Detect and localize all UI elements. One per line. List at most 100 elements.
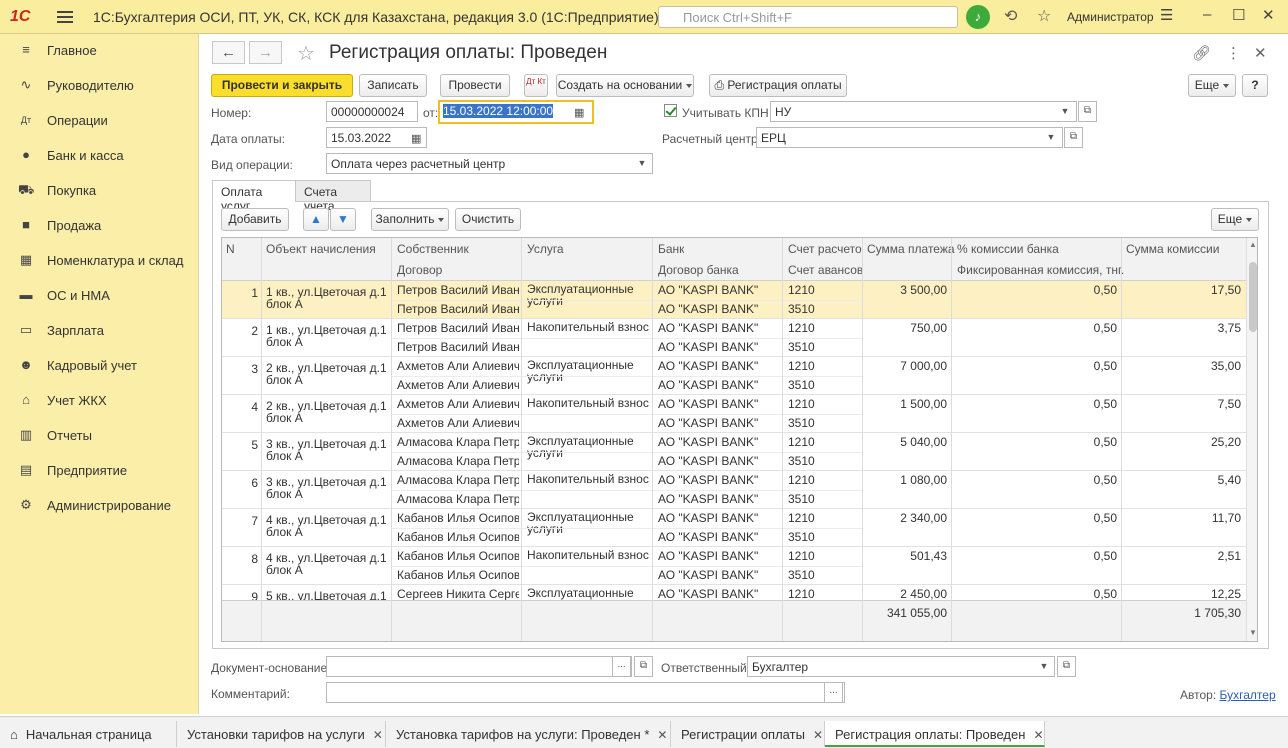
close-window-icon[interactable]: ✕ <box>1262 6 1275 24</box>
sidebar-item-main[interactable]: ≡ Главное <box>0 35 199 65</box>
column-header-commission-pct[interactable]: % комиссии банка <box>957 242 1059 256</box>
payments-table[interactable]: N Объект начисления Собственник Договор … <box>221 237 1258 642</box>
fill-button[interactable]: Заполнить <box>371 208 449 231</box>
sidebar-item-hr[interactable]: ☻ Кадровый учет <box>0 350 199 380</box>
sidebar-item-purchase[interactable]: ⛟ Покупка <box>0 175 199 205</box>
responsible-select[interactable]: Бухгалтер <box>747 656 1055 677</box>
column-header-sum[interactable]: Сумма платежа <box>867 242 955 256</box>
calendar-icon[interactable]: ▦ <box>411 132 421 145</box>
sidebar-item-housing[interactable]: ⌂ Учет ЖКХ <box>0 385 199 415</box>
open-icon[interactable]: ⧉ <box>1064 127 1083 148</box>
close-icon[interactable]: ✕ <box>373 728 383 742</box>
favorites-star-icon[interactable]: ☆ <box>1037 6 1051 26</box>
author-link[interactable]: Бухгалтер <box>1220 688 1276 702</box>
favorite-star-icon[interactable]: ☆ <box>297 41 315 66</box>
post-and-close-button[interactable]: Провести и закрыть <box>211 74 353 97</box>
sidebar-item-nomenclature[interactable]: ▦ Номенклатура и склад <box>0 245 199 275</box>
task-payment-registration-doc[interactable]: Регистрация оплаты: Проведен ✕ <box>825 721 1045 747</box>
task-tariff-settings[interactable]: Установки тарифов на услуги ✕ <box>177 721 386 747</box>
column-header-object[interactable]: Объект начисления <box>266 242 376 256</box>
open-icon[interactable]: ⧉ <box>1078 101 1097 122</box>
table-row[interactable]: 5 3 кв., ул.Цветочая д.1 блок А Алмасова К… <box>222 433 1246 471</box>
save-button[interactable]: Записать <box>359 74 427 97</box>
add-row-button[interactable]: Добавить <box>221 208 289 231</box>
column-header-commission-sum[interactable]: Сумма комиссии <box>1126 242 1219 256</box>
column-header-n[interactable]: N <box>226 242 235 256</box>
settings-menu-icon[interactable]: ☰ <box>1160 6 1173 24</box>
scroll-down-icon[interactable]: ▼ <box>1249 628 1257 637</box>
column-header-fixed-commission[interactable]: Фиксированная комиссия, тнг. <box>957 263 1124 277</box>
more-button[interactable]: Еще <box>1188 74 1236 97</box>
task-payment-registrations[interactable]: Регистрации оплаты ✕ <box>671 721 825 747</box>
sidebar-item-reports[interactable]: ▥ Отчеты <box>0 420 199 450</box>
maximize-icon[interactable]: ☐ <box>1232 6 1245 24</box>
column-header-bank[interactable]: Банк <box>658 242 684 256</box>
sidebar-item-salary[interactable]: ▭ Зарплата <box>0 315 199 345</box>
print-registration-button[interactable]: ⎙ Регистрация оплаты <box>709 74 847 97</box>
column-header-owner[interactable]: Собственник <box>397 242 469 256</box>
history-icon[interactable]: ⟲ <box>1004 6 1017 26</box>
table-row[interactable]: 4 2 кв., ул.Цветочая д.1 блок А Ахметов Ал… <box>222 395 1246 433</box>
clear-button[interactable]: Очистить <box>455 208 521 231</box>
close-icon[interactable]: ✕ <box>657 728 667 742</box>
move-down-button[interactable]: ▼ <box>330 208 356 231</box>
close-form-icon[interactable]: ✕ <box>1254 44 1267 62</box>
back-button[interactable]: ← <box>212 41 245 64</box>
more-vertical-icon[interactable]: ⋮ <box>1226 44 1241 62</box>
close-icon[interactable]: ✕ <box>813 728 823 742</box>
notification-bell-icon[interactable]: ♪ <box>966 5 990 29</box>
number-field[interactable]: 00000000024 <box>326 101 418 122</box>
sidebar-item-sales[interactable]: ■ Продажа <box>0 210 199 240</box>
sidebar-item-enterprise[interactable]: ▤ Предприятие <box>0 455 199 485</box>
scroll-up-icon[interactable]: ▲ <box>1249 240 1257 249</box>
basis-document-field[interactable] <box>326 656 632 677</box>
chevron-down-icon[interactable]: ▼ <box>1035 657 1053 678</box>
task-tariff-setting-doc[interactable]: Установка тарифов на услуги: Проведен * ✕ <box>386 721 671 747</box>
column-header-contract[interactable]: Договор <box>397 263 442 277</box>
column-header-service[interactable]: Услуга <box>527 242 564 256</box>
sidebar-item-fixed-assets[interactable]: ▬ ОС и НМА <box>0 280 199 310</box>
sidebar-item-bank[interactable]: ● Банк и касса <box>0 140 199 170</box>
date-field[interactable]: 15.03.2022 12:00:00 <box>438 100 594 124</box>
table-row[interactable]: 1 1 кв., ул.Цветочая д.1 блок А Петров Вас… <box>222 281 1246 319</box>
column-header-advance-account[interactable]: Счет авансов <box>788 263 863 277</box>
move-up-button[interactable]: ▲ <box>303 208 329 231</box>
open-icon[interactable]: ⧉ <box>634 656 653 677</box>
scrollbar-thumb[interactable] <box>1249 262 1257 332</box>
kpn-select[interactable]: НУ <box>770 101 1077 122</box>
search-input[interactable]: Поиск Ctrl+Shift+F <box>658 6 958 28</box>
tab-accounts[interactable]: Счета учета <box>295 180 371 213</box>
grid-more-button[interactable]: Еще <box>1211 208 1259 231</box>
open-icon[interactable]: ⧉ <box>1057 656 1076 677</box>
table-row[interactable]: 2 1 кв., ул.Цветочая д.1 блок А Петров Вас… <box>222 319 1246 357</box>
comment-field[interactable] <box>326 682 845 703</box>
minimize-icon[interactable]: – <box>1203 6 1211 23</box>
column-header-account[interactable]: Счет расчето... <box>788 242 862 256</box>
table-scrollbar[interactable]: ▲ ▼ <box>1246 238 1257 641</box>
table-row[interactable]: 6 3 кв., ул.Цветочая д.1 блок А Алмасова К… <box>222 471 1246 509</box>
sidebar-item-operations[interactable]: Дт Операции <box>0 105 199 135</box>
calendar-icon[interactable]: ▦ <box>574 106 584 119</box>
column-header-bank-contract[interactable]: Договор банка <box>658 263 739 277</box>
close-icon[interactable]: ✕ <box>1033 728 1043 742</box>
select-ellipsis-icon[interactable]: ... <box>612 656 631 677</box>
table-row[interactable]: 8 4 кв., ул.Цветочая д.1 блок А Кабанов Ил… <box>222 547 1246 585</box>
table-row[interactable]: 3 2 кв., ул.Цветочая д.1 блок А Ахметов Ал… <box>222 357 1246 395</box>
sidebar-item-administration[interactable]: ⚙ Администрирование <box>0 490 199 520</box>
create-based-on-button[interactable]: Создать на основании <box>556 74 694 97</box>
help-button[interactable]: ? <box>1242 74 1268 97</box>
chevron-down-icon[interactable]: ▼ <box>633 154 651 175</box>
sidebar-item-manager[interactable]: ∿ Руководителю <box>0 70 199 100</box>
hamburger-menu-icon[interactable] <box>57 9 73 25</box>
tab-service-payment[interactable]: Оплата услуг <box>212 180 296 213</box>
post-button[interactable]: Провести <box>440 74 510 97</box>
kpn-checkbox[interactable] <box>664 104 677 117</box>
task-home[interactable]: ⌂ Начальная страница <box>0 721 177 747</box>
settlement-center-select[interactable]: ЕРЦ <box>756 127 1063 148</box>
table-row[interactable]: 7 4 кв., ул.Цветочая д.1 блок А Кабанов Ил… <box>222 509 1246 547</box>
link-icon[interactable]: 🔗︎ <box>1192 44 1211 62</box>
user-name[interactable]: Администратор <box>1067 10 1154 24</box>
dt-kt-button[interactable]: Дт Кт <box>524 74 548 97</box>
operation-type-select[interactable]: Оплата через расчетный центр <box>326 153 653 174</box>
comment-ellipsis-icon[interactable]: ... <box>824 682 843 703</box>
